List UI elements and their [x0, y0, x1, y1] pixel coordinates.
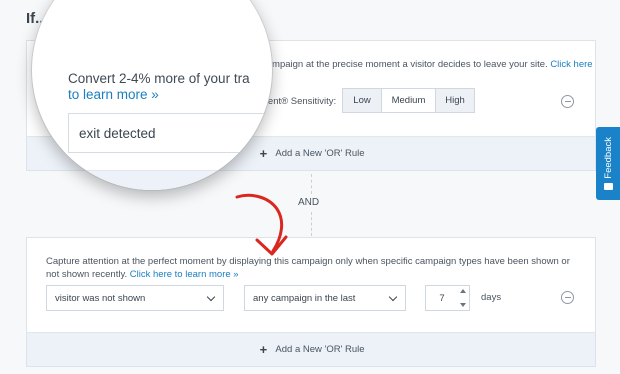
magnified-condition-field[interactable]: exit detected	[68, 113, 272, 153]
magnified-learn-more-link[interactable]: to learn more »	[68, 87, 159, 102]
magnified-panel-footer	[32, 170, 272, 190]
magnified-condition-value: exit detected	[79, 125, 156, 141]
magnified-description-text: Convert 2-4% more of your tra	[68, 71, 250, 86]
